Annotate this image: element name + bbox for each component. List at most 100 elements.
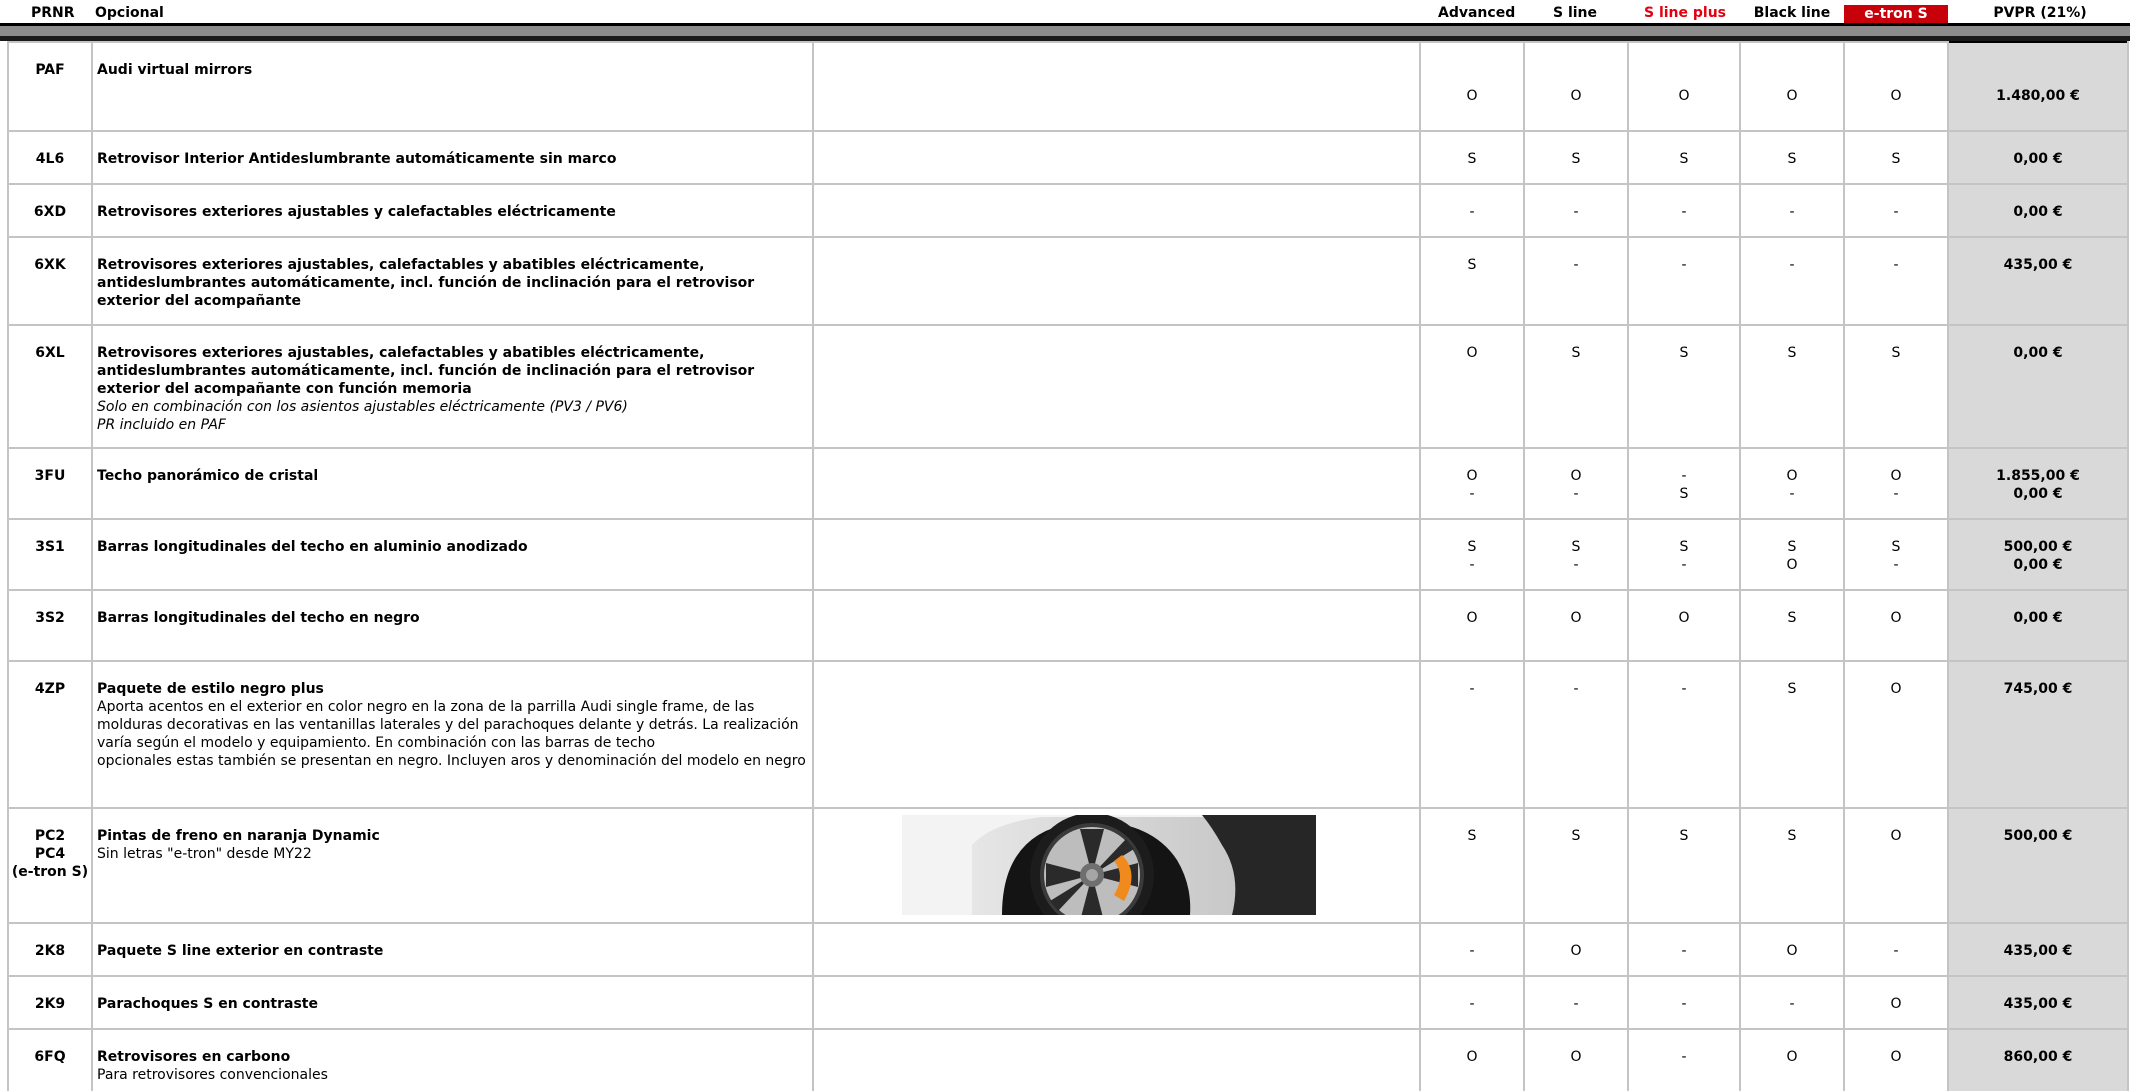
header-code: PRNR — [31, 5, 75, 21]
availability-black-line: O — [1739, 1028, 1845, 1091]
option-price: 435,00 € — [1947, 975, 2129, 1030]
option-description: Barras longitudinales del techo en negro — [91, 589, 814, 662]
option-price: 500,00 € — [1947, 807, 2129, 924]
availability-sline: S — [1523, 324, 1629, 449]
availability-sline: - — [1523, 660, 1629, 809]
option-title: Retrovisores exteriores ajustables, cale… — [97, 257, 755, 309]
option-title: Parachoques S en contraste — [97, 996, 318, 1012]
header-price: PVPR (21%) — [1993, 5, 2087, 21]
option-code: 4L6 — [7, 130, 93, 185]
availability-etron-s: O — [1843, 660, 1949, 809]
availability-sline-plus: - — [1627, 660, 1741, 809]
option-title: Barras longitudinales del techo en alumi… — [97, 539, 528, 555]
option-code: 6XK — [7, 236, 93, 326]
table-header: PRNR Opcional Advanced S line S line plu… — [0, 0, 2130, 24]
option-code: 6FQ — [7, 1028, 93, 1091]
availability-etron-s: S - — [1843, 518, 1949, 591]
option-price: 0,00 € — [1947, 130, 2129, 185]
option-title: Retrovisor Interior Antideslumbrante aut… — [97, 151, 617, 167]
availability-black-line: S — [1739, 807, 1845, 924]
header-trim-sline: S line — [1552, 5, 1598, 21]
option-price: 860,00 € — [1947, 1028, 2129, 1091]
availability-sline-plus: O — [1627, 589, 1741, 662]
availability-sline-plus: S — [1627, 807, 1741, 924]
option-price: 0,00 € — [1947, 324, 2129, 449]
table-body: PAF Audi virtual mirrors O O O O O 1.480,00 €4L… — [7, 41, 2129, 1091]
availability-sline-plus: - — [1627, 183, 1741, 238]
availability-etron-s: - — [1843, 922, 1949, 977]
option-description: Retrovisores exteriores ajustables, cale… — [91, 236, 814, 326]
option-image-cell — [812, 922, 1421, 977]
availability-sline: O - — [1523, 447, 1629, 520]
option-subtitle: Aporta acentos en el exterior en color n… — [97, 699, 806, 769]
availability-sline-plus: S — [1627, 324, 1741, 449]
availability-advanced: - — [1419, 922, 1525, 977]
header-band — [0, 26, 2130, 36]
table-row: PAF Audi virtual mirrors O O O O O 1.480,00 € — [7, 41, 2129, 132]
availability-advanced: O — [1419, 589, 1525, 662]
availability-advanced: S — [1419, 236, 1525, 326]
option-description: Paquete S line exterior en contraste — [91, 922, 814, 977]
table-row: 6XL Retrovisores exteriores ajustables, c… — [7, 324, 2129, 449]
option-code: 6XD — [7, 183, 93, 238]
option-description: Audi virtual mirrors — [91, 41, 814, 132]
option-code: 4ZP — [7, 660, 93, 809]
availability-etron-s: S — [1843, 324, 1949, 449]
table-row: 6FQ Retrovisores en carbono Para retroviso… — [7, 1028, 2129, 1091]
availability-sline-plus: - — [1627, 975, 1741, 1030]
availability-sline-plus: - S — [1627, 447, 1741, 520]
option-code: PC2 PC4 (e-tron S) — [7, 807, 93, 924]
header-trim-black-line: Black line — [1753, 5, 1831, 21]
option-title: Retrovisores exteriores ajustables, cale… — [97, 345, 755, 397]
availability-sline-plus: S — [1627, 130, 1741, 185]
option-description: Retrovisor Interior Antideslumbrante aut… — [91, 130, 814, 185]
availability-sline: O — [1523, 922, 1629, 977]
option-title: Techo panorámico de cristal — [97, 468, 319, 484]
car-wheel-icon — [902, 815, 1316, 915]
availability-advanced: S — [1419, 807, 1525, 924]
availability-etron-s: O — [1843, 41, 1949, 132]
availability-black-line: - — [1739, 236, 1845, 326]
option-image-cell — [812, 447, 1421, 520]
option-description: Retrovisores en carbono Para retrovisores… — [91, 1028, 814, 1091]
header-trim-sline-plus: S line plus — [1643, 5, 1726, 21]
option-note: Solo en combinación con los asientos aju… — [97, 399, 628, 433]
price-sheet: PRNR Opcional Advanced S line S line plu… — [0, 0, 2130, 1091]
option-image-cell — [812, 660, 1421, 809]
option-image-cell — [812, 807, 1421, 924]
option-image-cell — [812, 1028, 1421, 1091]
table-row: 2K8 Paquete S line exterior en contraste -… — [7, 922, 2129, 977]
table-row: 3FU Techo panorámico de cristal O -O -- SO… — [7, 447, 2129, 520]
availability-sline: S - — [1523, 518, 1629, 591]
option-price: 435,00 € — [1947, 236, 2129, 326]
table-row: 6XD Retrovisores exteriores ajustables y … — [7, 183, 2129, 238]
option-description: Parachoques S en contraste — [91, 975, 814, 1030]
option-title: Pintas de freno en naranja Dynamic — [97, 828, 380, 844]
options-table: PAF Audi virtual mirrors O O O O O 1.480,00 €4L… — [7, 41, 2129, 1091]
option-price: 745,00 € — [1947, 660, 2129, 809]
header-trim-advanced: Advanced — [1438, 5, 1516, 21]
option-subtitle: Sin letras "e-tron" desde MY22 — [97, 846, 312, 862]
availability-etron-s: O — [1843, 589, 1949, 662]
availability-sline: O — [1523, 589, 1629, 662]
availability-sline: - — [1523, 236, 1629, 326]
option-price: 0,00 € — [1947, 183, 2129, 238]
availability-etron-s: S — [1843, 130, 1949, 185]
option-price: 1.480,00 € — [1947, 41, 2129, 132]
availability-sline: O — [1523, 1028, 1629, 1091]
availability-advanced: O — [1419, 41, 1525, 132]
availability-etron-s: O — [1843, 807, 1949, 924]
table-row: PC2 PC4 (e-tron S) Pintas de freno en nar… — [7, 807, 2129, 924]
option-code: 3S2 — [7, 589, 93, 662]
availability-advanced: O - — [1419, 447, 1525, 520]
availability-black-line: S O — [1739, 518, 1845, 591]
availability-black-line: O - — [1739, 447, 1845, 520]
availability-advanced: O — [1419, 324, 1525, 449]
option-image-cell — [812, 183, 1421, 238]
option-image-cell — [812, 41, 1421, 132]
availability-black-line: S — [1739, 130, 1845, 185]
option-description: Barras longitudinales del techo en alumi… — [91, 518, 814, 591]
option-price: 435,00 € — [1947, 922, 2129, 977]
availability-black-line: - — [1739, 183, 1845, 238]
option-title: Paquete S line exterior en contraste — [97, 943, 384, 959]
